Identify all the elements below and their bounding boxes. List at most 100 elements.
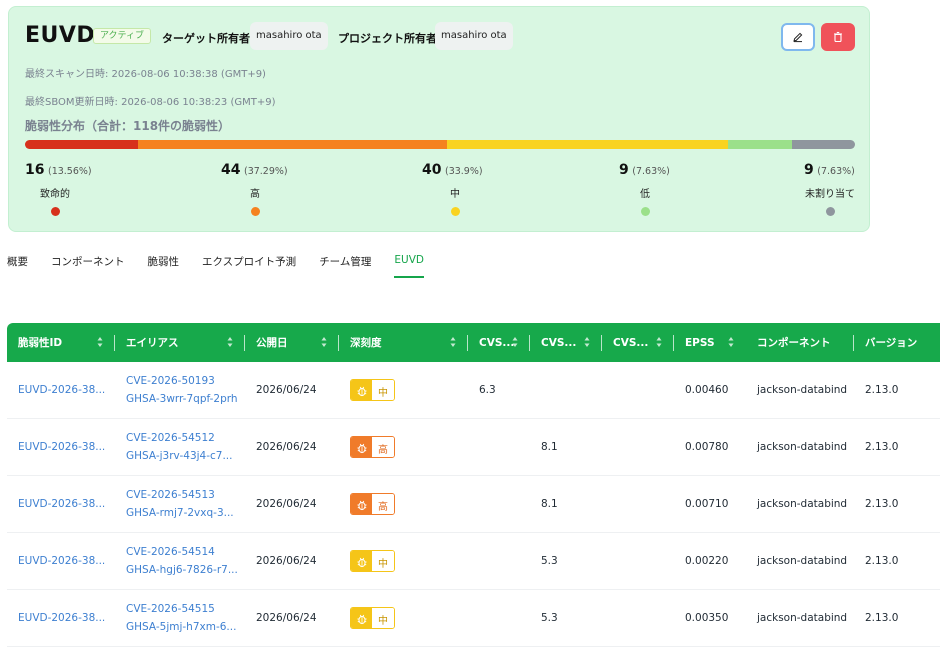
column-header[interactable]: 深刻度 — [339, 323, 468, 362]
tab-exploit-prediction[interactable]: エクスプロイト予測 — [202, 248, 296, 278]
vulnerability-id-link[interactable]: EUVD-2026-38... — [7, 441, 115, 453]
sort-icon[interactable] — [728, 336, 734, 348]
column-header[interactable]: 公開日 — [245, 323, 339, 362]
severity-percent: (33.9%) — [444, 166, 483, 177]
ghsa-alias-link[interactable]: GHSA-j3rv-43j4-c7... — [126, 447, 245, 465]
sort-icon[interactable] — [584, 336, 590, 348]
component-version: 2.13.0 — [865, 612, 899, 624]
vulnerability-id-link[interactable]: EUVD-2026-38... — [7, 384, 115, 396]
alias-cell: CVE-2026-54513 GHSA-rmj7-2vxq-3... — [115, 486, 245, 522]
table-row[interactable]: EUVD-2026-38... CVE-2026-54515 GHSA-5jmj-h… — [7, 590, 940, 647]
vulnerability-id-link[interactable]: EUVD-2026-38... — [7, 612, 115, 624]
table-row[interactable]: EUVD-2026-38... CVE-2026-54512 GHSA-j3rv-4… — [7, 419, 940, 476]
pencil-icon — [793, 32, 803, 43]
alias-cell: CVE-2026-54515 GHSA-5jmj-h7xm-6... — [115, 600, 245, 636]
cve-alias-link[interactable]: CVE-2026-54514 — [126, 543, 245, 561]
table-body: EUVD-2026-38... CVE-2026-50193 GHSA-3wrr-7… — [7, 362, 940, 647]
component-name: jackson-databind — [757, 612, 848, 624]
ghsa-alias-link[interactable]: GHSA-5jmj-h7xm-6... — [126, 618, 245, 636]
project-owner-chip[interactable]: masahiro ota — [435, 22, 513, 50]
severity-count: 9 — [804, 162, 814, 178]
severity-percent: (7.63%) — [632, 166, 670, 177]
column-header-label: 公開日 — [256, 337, 288, 349]
severity-dot — [826, 207, 835, 216]
component-name: jackson-databind — [757, 555, 848, 567]
column-header[interactable]: CVS... — [468, 323, 530, 362]
epss-score: 0.00350 — [685, 612, 729, 624]
tab-overview[interactable]: 概要 — [7, 248, 28, 278]
severity-badge-label: 高 — [372, 437, 394, 457]
severity-count: 44 — [221, 162, 241, 178]
severity-badge-label: 中 — [372, 608, 394, 628]
severity-badge: 中 — [350, 550, 395, 572]
column-header-label: エイリアス — [126, 337, 179, 349]
component-name: jackson-databind — [757, 441, 848, 453]
severity-bar-segment — [25, 140, 138, 149]
severity-stat: 44 (37.29%) — [221, 162, 288, 178]
delete-button[interactable] — [821, 23, 855, 51]
sort-icon[interactable] — [227, 336, 233, 348]
severity-label: 低 — [640, 189, 650, 200]
severity-stat: 16 (13.56%) — [25, 162, 92, 178]
severity-badge-icon — [351, 494, 372, 514]
tab-team-management[interactable]: チーム管理 — [319, 248, 371, 278]
published-date: 2026/06/24 — [256, 555, 317, 567]
tab-vulnerabilities[interactable]: 脆弱性 — [148, 248, 180, 278]
column-header[interactable]: コンポーネント — [746, 323, 854, 362]
ghsa-alias-link[interactable]: GHSA-rmj7-2vxq-3... — [126, 504, 245, 522]
status-badge: アクティブ — [93, 28, 152, 44]
cvss-v3-score: 5.3 — [541, 612, 558, 624]
epss-score: 0.00220 — [685, 555, 729, 567]
alias-cell: CVE-2026-50193 GHSA-3wrr-7qpf-2prh — [115, 372, 245, 408]
sort-icon[interactable] — [512, 336, 518, 348]
table-row[interactable]: EUVD-2026-38... CVE-2026-50193 GHSA-3wrr-7… — [7, 362, 940, 419]
bug-icon — [357, 557, 366, 568]
column-header-label: CVS... — [541, 336, 577, 349]
table-row[interactable]: EUVD-2026-38... CVE-2026-54513 GHSA-rmj7-2… — [7, 476, 940, 533]
cve-alias-link[interactable]: CVE-2026-50193 — [126, 372, 245, 390]
severity-dot — [251, 207, 260, 216]
epss-score: 0.00710 — [685, 498, 729, 510]
tab-components[interactable]: コンポーネント — [51, 248, 125, 278]
column-header[interactable]: CVS... — [530, 323, 602, 362]
sort-icon[interactable] — [450, 336, 456, 348]
column-header[interactable]: バージョン — [854, 323, 940, 362]
cve-alias-link[interactable]: CVE-2026-54513 — [126, 486, 245, 504]
sort-icon[interactable] — [97, 336, 103, 348]
epss-score: 0.00460 — [685, 384, 729, 396]
severity-count: 16 — [25, 162, 45, 178]
tab-euvd[interactable]: EUVD — [394, 248, 424, 278]
target-owner-label: ターゲット所有者 — [162, 32, 250, 45]
bug-icon — [357, 443, 366, 454]
ghsa-alias-link[interactable]: GHSA-3wrr-7qpf-2prh — [126, 390, 245, 408]
table-row[interactable]: EUVD-2026-38... CVE-2026-54514 GHSA-hgj6-7… — [7, 533, 940, 590]
sort-icon[interactable] — [321, 336, 327, 348]
epss-score: 0.00780 — [685, 441, 729, 453]
ghsa-alias-link[interactable]: GHSA-hgj6-7826-r7... — [126, 561, 245, 579]
severity-cell: 高 — [339, 436, 468, 458]
severity-bar-segment — [728, 140, 792, 149]
cvss-v3-score: 5.3 — [541, 555, 558, 567]
published-date: 2026/06/24 — [256, 441, 317, 453]
severity-percent: (37.29%) — [243, 166, 288, 177]
cve-alias-link[interactable]: CVE-2026-54512 — [126, 429, 245, 447]
trash-icon — [834, 31, 842, 43]
bug-icon — [357, 386, 366, 397]
severity-stat: 40 (33.9%) — [422, 162, 483, 178]
cve-alias-link[interactable]: CVE-2026-54515 — [126, 600, 245, 618]
column-header[interactable]: エイリアス — [115, 323, 245, 362]
project-owner-label: プロジェクト所有者 — [338, 32, 437, 45]
column-header-label: 深刻度 — [350, 337, 382, 349]
column-header[interactable]: CVS... — [602, 323, 674, 362]
sort-icon[interactable] — [656, 336, 662, 348]
last-scan-time: 最終スキャン日時: 2026-08-06 10:38:38 (GMT+9) — [25, 69, 266, 80]
vulnerability-id-link[interactable]: EUVD-2026-38... — [7, 555, 115, 567]
severity-label: 致命的 — [40, 189, 70, 200]
column-header[interactable]: EPSS — [674, 323, 746, 362]
severity-badge-label: 高 — [372, 494, 394, 514]
severity-cell: 中 — [339, 379, 468, 401]
target-owner-chip[interactable]: masahiro ota — [250, 22, 328, 50]
column-header[interactable]: 脆弱性ID — [7, 323, 115, 362]
edit-button[interactable] — [781, 23, 815, 51]
vulnerability-id-link[interactable]: EUVD-2026-38... — [7, 498, 115, 510]
